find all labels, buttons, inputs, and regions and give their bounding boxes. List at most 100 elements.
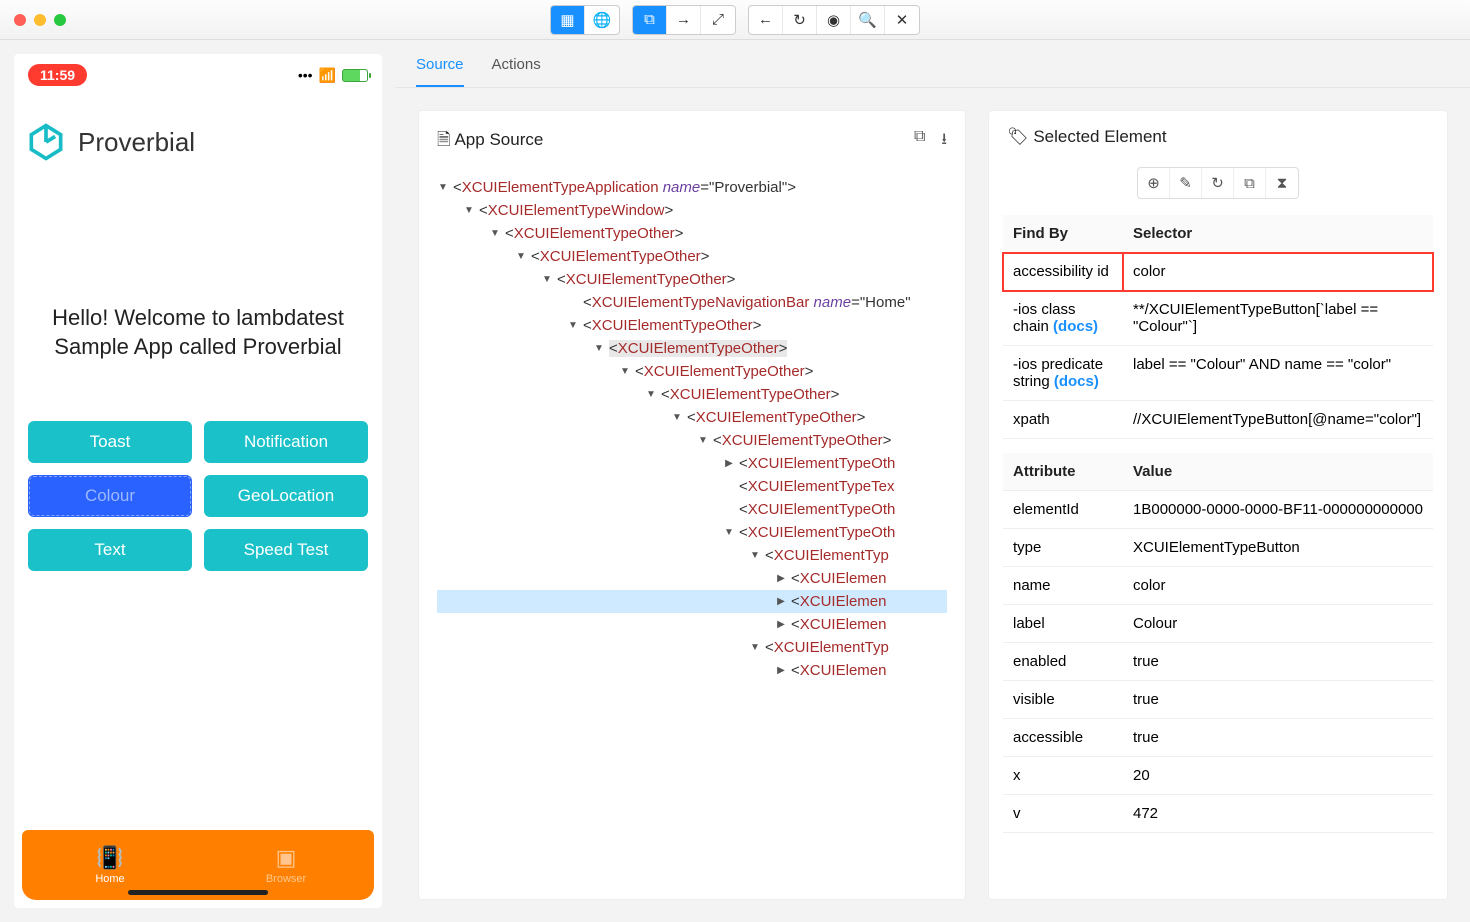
chevron-down-icon[interactable]: ▼ — [723, 527, 735, 538]
tree-node[interactable]: ▼ <XCUIElementTypeOther> — [437, 429, 947, 452]
tree-node[interactable]: <XCUIElementTypeOth — [437, 498, 947, 521]
tree-node[interactable]: <XCUIElementTypeNavigationBar name="Home… — [437, 291, 947, 314]
attr-row: v472 — [1003, 795, 1433, 833]
tree-node-label: <XCUIElementTypeOther> — [713, 432, 891, 449]
attr-key: name — [1003, 567, 1123, 605]
tree-node[interactable]: ▼<XCUIElementTypeOth — [437, 521, 947, 544]
send-keys-icon[interactable]: ✎ — [1170, 168, 1202, 198]
back-icon[interactable]: ← — [749, 6, 783, 34]
speedtest-button[interactable]: Speed Test — [204, 529, 368, 571]
tree-node[interactable]: ▼<XCUIElementTypeOther> — [437, 360, 947, 383]
toolbar-group-view: ▦ 🌐 — [550, 5, 620, 35]
chevron-right-icon[interactable]: ▶ — [723, 458, 735, 469]
notification-button[interactable]: Notification — [204, 421, 368, 463]
findby-row: accessibility idcolor — [1003, 253, 1433, 291]
copy-icon[interactable]: ⧉ — [914, 128, 925, 155]
chevron-down-icon[interactable]: ▼ — [749, 550, 761, 561]
attr-value: true — [1123, 719, 1433, 757]
tree-node[interactable]: ▼<XCUIElementTypeApplication name="Prove… — [437, 176, 947, 199]
tree-node[interactable]: ▼<XCUIElementTyp — [437, 544, 947, 567]
findby-key: -ios predicate string (docs) — [1003, 346, 1123, 401]
chevron-right-icon[interactable]: ▶ — [775, 596, 787, 607]
app-source-actions: ⧉ ⭳ — [914, 128, 947, 155]
attr-value: Colour — [1123, 605, 1433, 643]
chevron-down-icon[interactable]: ▼ — [645, 389, 657, 400]
close-icon[interactable]: ✕ — [885, 6, 919, 34]
attr-row: elementId1B000000-0000-0000-BF11-0000000… — [1003, 491, 1433, 529]
chevron-down-icon[interactable]: ▼ — [437, 182, 449, 193]
wifi-icon: 📶 — [319, 67, 336, 84]
maximize-window-icon[interactable] — [54, 14, 66, 26]
eye-icon[interactable]: ◉ — [817, 6, 851, 34]
attr-col-header: Attribute — [1003, 453, 1123, 491]
status-icons: ••• 📶 — [298, 67, 368, 84]
toast-button[interactable]: Toast — [28, 421, 192, 463]
findby-value: **/XCUIElementTypeButton[`label == "Colo… — [1123, 291, 1433, 346]
tree-node[interactable]: ▶<XCUIElemen — [437, 659, 947, 682]
grid-icon[interactable]: ▦ — [551, 6, 585, 34]
timing-icon[interactable]: ⧗ — [1266, 168, 1298, 198]
xml-tree[interactable]: ▼<XCUIElementTypeApplication name="Prove… — [419, 172, 965, 899]
welcome-text: Hello! Welcome to lambdatest Sample App … — [14, 174, 382, 421]
chevron-right-icon[interactable]: ▶ — [775, 573, 787, 584]
colour-button[interactable]: Colour — [28, 475, 192, 517]
attr-value: true — [1123, 681, 1433, 719]
tree-node[interactable]: <XCUIElementTypeTex — [437, 475, 947, 498]
tree-node[interactable]: ▶<XCUIElemen — [437, 590, 947, 613]
content-row: 11:59 ••• 📶 Proverbial Hello! Welcome to… — [0, 40, 1470, 922]
tree-node[interactable]: ▼ <XCUIElementTypeOther> — [437, 406, 947, 429]
chevron-down-icon[interactable]: ▼ — [463, 205, 475, 216]
chevron-down-icon[interactable]: ▼ — [619, 366, 631, 377]
chevron-down-icon[interactable]: ▼ — [567, 320, 579, 331]
tree-node[interactable]: ▼<XCUIElementTypeOther> — [437, 245, 947, 268]
copy-attrs-icon[interactable]: ⧉ — [1234, 168, 1266, 198]
reload-icon[interactable]: ↻ — [783, 6, 817, 34]
chevron-down-icon[interactable]: ▼ — [541, 274, 553, 285]
chevron-down-icon[interactable]: ▼ — [697, 435, 709, 446]
expand-icon[interactable]: ⤢ — [701, 6, 735, 34]
tree-node-label: <XCUIElementTypeTex — [739, 478, 895, 495]
tree-node[interactable]: ▶<XCUIElementTypeOth — [437, 452, 947, 475]
chevron-down-icon[interactable]: ▼ — [515, 251, 527, 262]
selected-element-card: 🏷 Selected Element ⊕ ✎ ↻ ⧉ ⧗ — [988, 110, 1448, 900]
tree-node[interactable]: ▼<XCUIElementTyp — [437, 636, 947, 659]
chevron-right-icon[interactable]: ▶ — [775, 619, 787, 630]
attr-value: color — [1123, 567, 1433, 605]
chevron-down-icon[interactable]: ▼ — [593, 343, 605, 354]
close-window-icon[interactable] — [14, 14, 26, 26]
tap-icon[interactable]: ⊕ — [1138, 168, 1170, 198]
findby-row: -ios class chain (docs)**/XCUIElementTyp… — [1003, 291, 1433, 346]
tree-node[interactable]: ▶<XCUIElemen — [437, 567, 947, 590]
chevron-down-icon[interactable]: ▼ — [489, 228, 501, 239]
tree-node[interactable]: ▼<XCUIElementTypeOther> — [437, 268, 947, 291]
device-screen: 11:59 ••• 📶 Proverbial Hello! Welcome to… — [14, 54, 382, 908]
swipe-icon[interactable]: → — [667, 6, 701, 34]
minimize-window-icon[interactable] — [34, 14, 46, 26]
search-icon[interactable]: 🔍 — [851, 6, 885, 34]
chevron-down-icon[interactable]: ▼ — [749, 642, 761, 653]
attr-value: 1B000000-0000-0000-BF11-000000000000 — [1123, 491, 1433, 529]
tree-node[interactable]: ▼ <XCUIElementTypeOther> — [437, 314, 947, 337]
refresh-icon[interactable]: ↻ — [1202, 168, 1234, 198]
geolocation-button[interactable]: GeoLocation — [204, 475, 368, 517]
tree-node-label: <XCUIElementTypeOther> — [687, 409, 865, 426]
chevron-right-icon[interactable]: ▶ — [775, 665, 787, 676]
tree-node[interactable]: ▼<XCUIElementTypeOther> — [437, 222, 947, 245]
docs-link[interactable]: (docs) — [1053, 318, 1098, 335]
text-button[interactable]: Text — [28, 529, 192, 571]
app-header: Proverbial — [14, 90, 382, 174]
tab-actions[interactable]: Actions — [492, 56, 541, 87]
docs-link[interactable]: (docs) — [1054, 373, 1099, 390]
tree-node-label: <XCUIElementTypeOther> — [583, 317, 761, 334]
attr-row: visibletrue — [1003, 681, 1433, 719]
tree-node[interactable]: ▼<XCUIElementTypeOther> — [437, 383, 947, 406]
device-preview-pane: 11:59 ••• 📶 Proverbial Hello! Welcome to… — [0, 40, 396, 922]
tab-source[interactable]: Source — [416, 56, 464, 87]
chevron-down-icon[interactable]: ▼ — [671, 412, 683, 423]
tree-node[interactable]: ▶<XCUIElemen — [437, 613, 947, 636]
globe-icon[interactable]: 🌐 — [585, 6, 619, 34]
tree-node[interactable]: ▼<XCUIElementTypeWindow> — [437, 199, 947, 222]
tree-node[interactable]: ▼<XCUIElementTypeOther> — [437, 337, 947, 360]
download-icon[interactable]: ⭳ — [941, 128, 947, 155]
select-element-icon[interactable]: ⧉ — [633, 6, 667, 34]
